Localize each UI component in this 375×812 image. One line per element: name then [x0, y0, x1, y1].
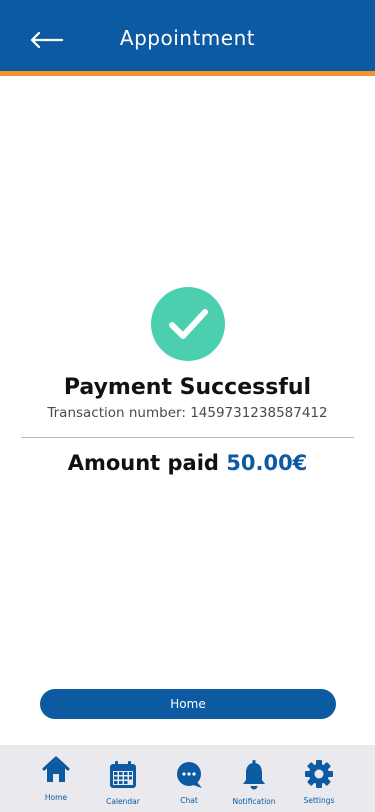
transaction-number: 1459731238587412 [190, 405, 328, 421]
transaction-info: Transaction number: 1459731238587412 [0, 405, 375, 421]
nav-item-settings[interactable]: Settings [284, 745, 354, 812]
gear-icon [305, 760, 333, 788]
nav-label-home: Home [44, 793, 68, 802]
bell-icon [243, 760, 265, 790]
transaction-label: Transaction number: [47, 405, 186, 421]
nav-label-calendar: Calendar [106, 797, 140, 806]
calendar-icon [110, 761, 136, 788]
nav-item-chat[interactable]: Chat [154, 745, 224, 812]
amount-paid: Amount paid 50.00€ [0, 451, 375, 475]
home-icon [42, 756, 70, 782]
payment-status-title: Payment Successful [63, 375, 312, 400]
nav-item-calendar[interactable]: Calendar [88, 745, 158, 812]
nav-label-chat: Chat [180, 796, 198, 805]
arrow-left-icon [30, 31, 63, 49]
chat-icon [177, 762, 202, 788]
check-circle-icon [151, 287, 225, 361]
app-header: Appointment [0, 0, 375, 71]
nav-item-notification[interactable]: Notification [219, 745, 289, 812]
header-accent-bar [0, 71, 375, 76]
amount-label: Amount paid [67, 451, 219, 475]
nav-item-home[interactable]: Home [21, 745, 91, 812]
back-button[interactable] [26, 25, 66, 55]
nav-label-notification: Notification [232, 797, 276, 806]
nav-label-settings: Settings [303, 796, 335, 805]
divider [21, 437, 354, 438]
bottom-nav: Home Calendar Chat Notification Settings [0, 745, 375, 812]
home-button[interactable]: Home [40, 689, 336, 719]
amount-value: 50.00€ [226, 451, 308, 475]
